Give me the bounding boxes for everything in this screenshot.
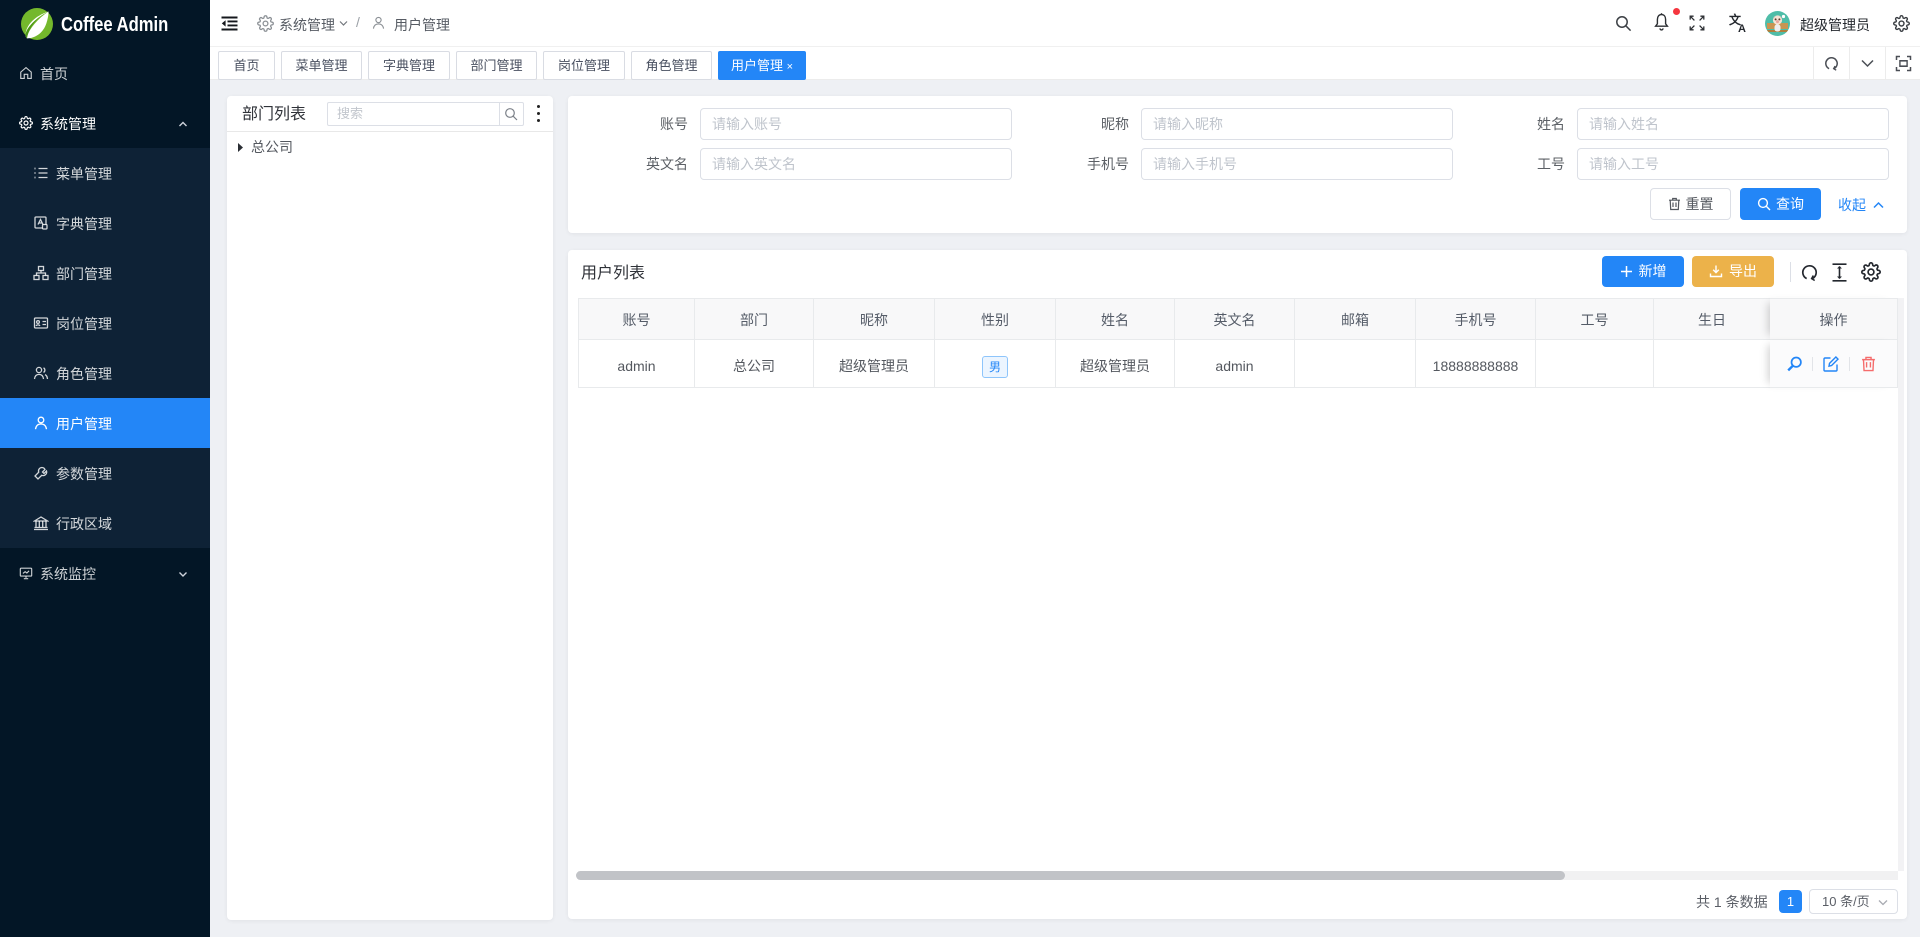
svg-text:A: A — [1738, 23, 1746, 34]
